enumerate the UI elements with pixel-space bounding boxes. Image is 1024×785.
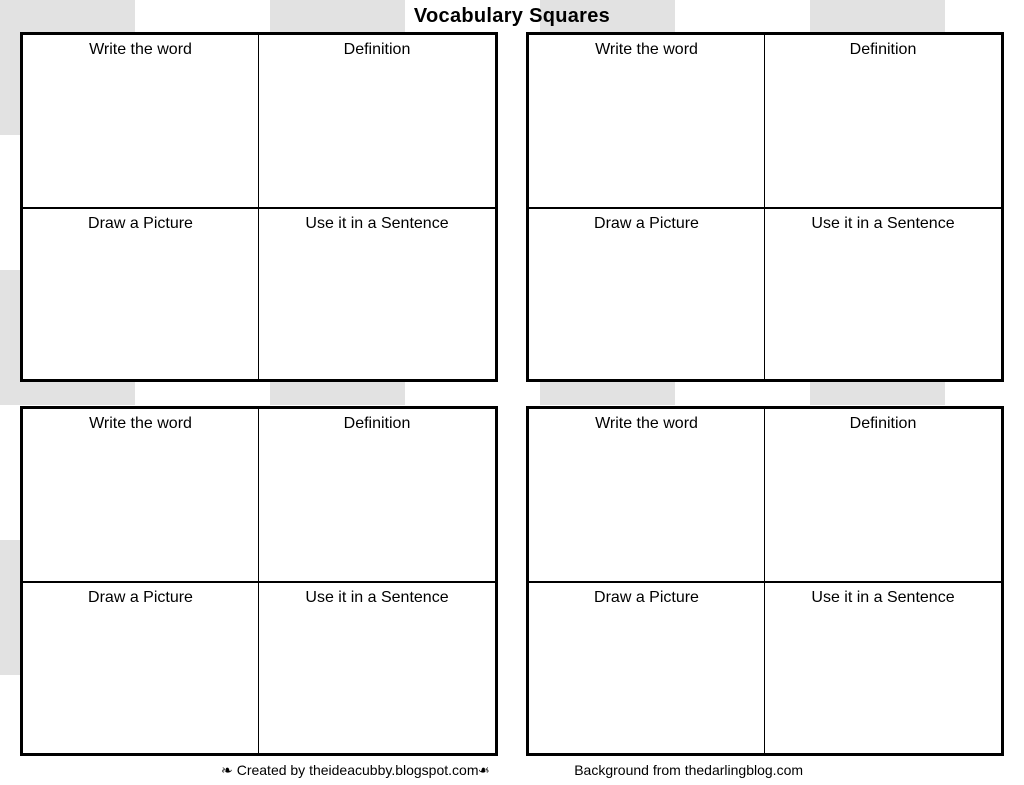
cell-write-word: Write the word: [23, 409, 259, 581]
cell-definition: Definition: [259, 409, 495, 581]
cell-definition: Definition: [259, 35, 495, 207]
footer-created-by: Created by theideacubby.blogspot.com: [221, 762, 494, 779]
cell-write-word: Write the word: [23, 35, 259, 207]
vocab-square: Write the word Definition Draw a Picture…: [526, 32, 1004, 382]
cell-use-sentence: Use it in a Sentence: [765, 207, 1001, 379]
cell-use-sentence: Use it in a Sentence: [259, 581, 495, 753]
cell-draw-picture: Draw a Picture: [529, 207, 765, 379]
cell-write-word: Write the word: [529, 409, 765, 581]
footer: Created by theideacubby.blogspot.com Bac…: [20, 756, 1004, 779]
page-title: Vocabulary Squares: [20, 5, 1004, 28]
cell-use-sentence: Use it in a Sentence: [765, 581, 1001, 753]
cell-draw-picture: Draw a Picture: [529, 581, 765, 753]
footer-background-from: Background from thedarlingblog.com: [574, 762, 803, 779]
cell-definition: Definition: [765, 409, 1001, 581]
vocab-square: Write the word Definition Draw a Picture…: [526, 406, 1004, 756]
cell-write-word: Write the word: [529, 35, 765, 207]
worksheet-page: Vocabulary Squares Write the word Defini…: [0, 0, 1024, 785]
cell-use-sentence: Use it in a Sentence: [259, 207, 495, 379]
cell-draw-picture: Draw a Picture: [23, 207, 259, 379]
vocab-grid: Write the word Definition Draw a Picture…: [20, 32, 1004, 756]
cell-definition: Definition: [765, 35, 1001, 207]
vocab-square: Write the word Definition Draw a Picture…: [20, 406, 498, 756]
vocab-square: Write the word Definition Draw a Picture…: [20, 32, 498, 382]
cell-draw-picture: Draw a Picture: [23, 581, 259, 753]
